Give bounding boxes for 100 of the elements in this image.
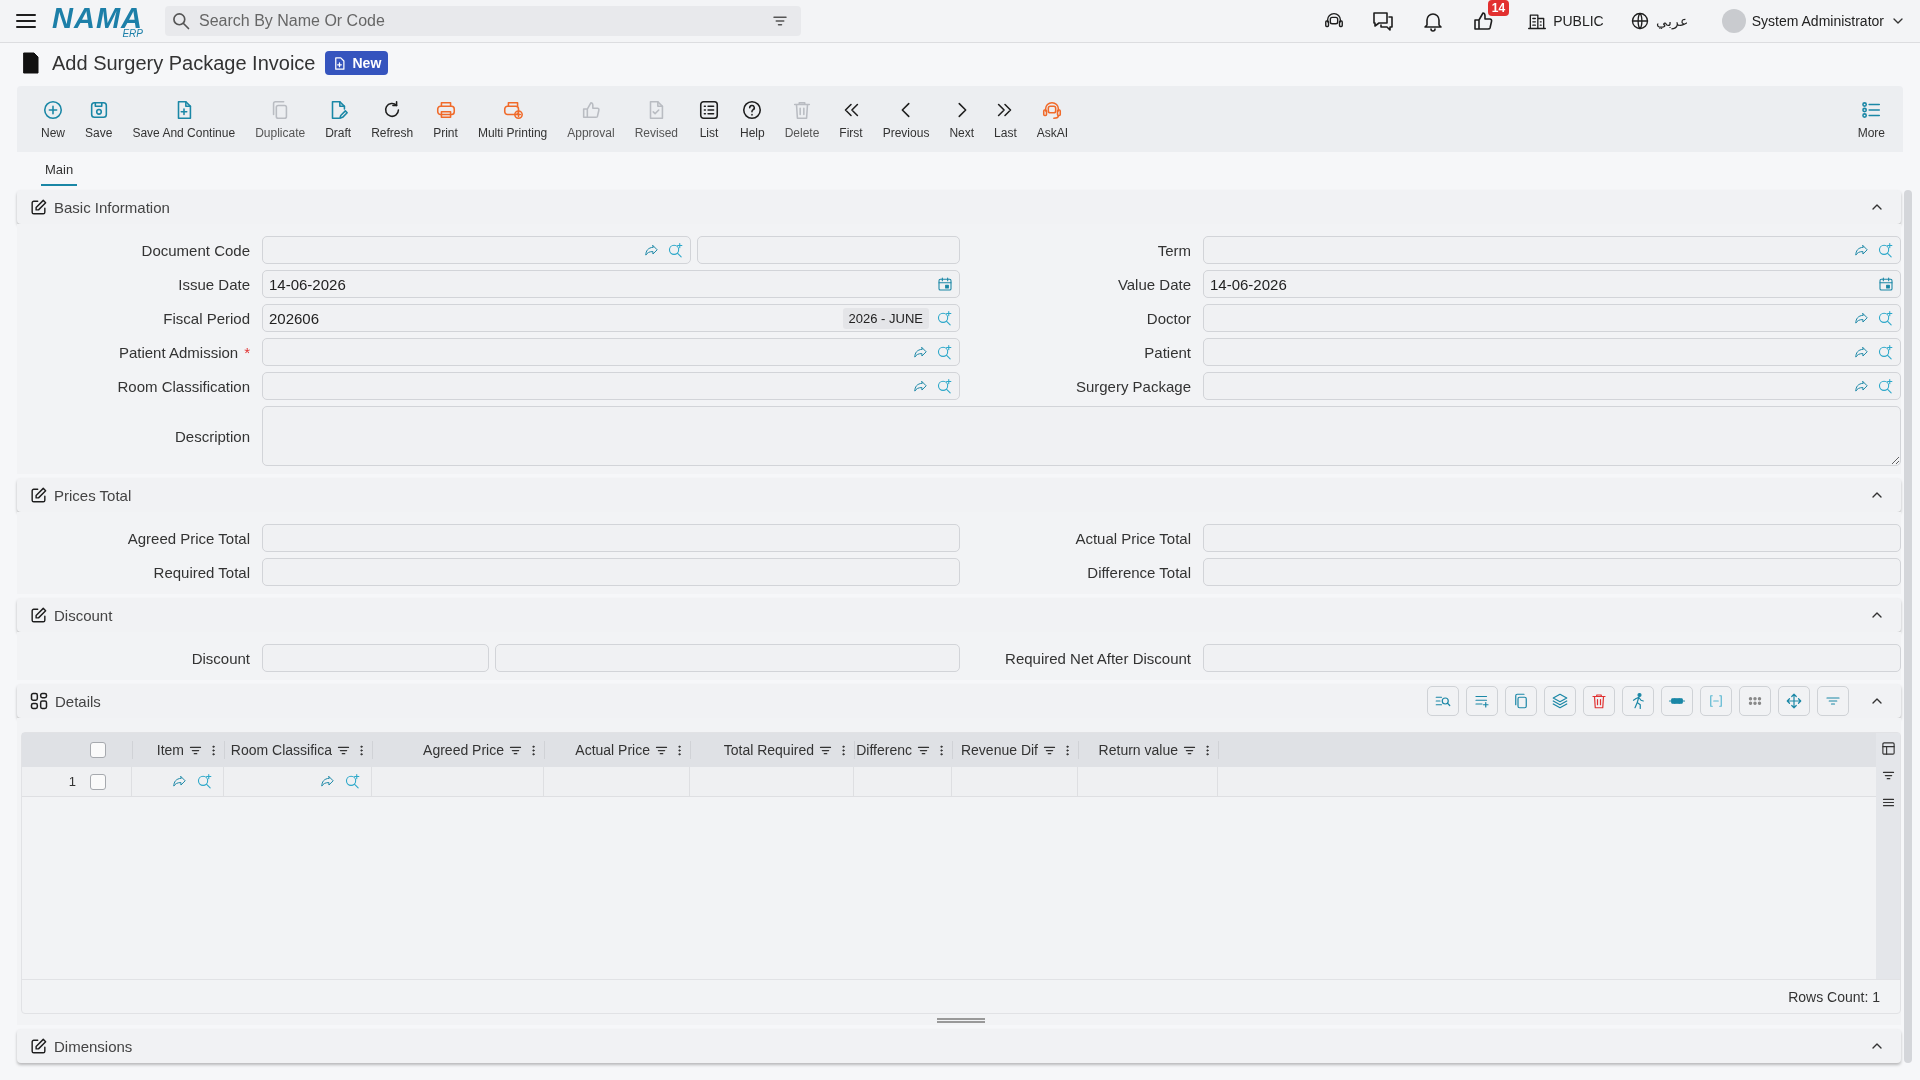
field-label: Discount xyxy=(191,649,250,667)
question-mark-circle-icon xyxy=(741,98,764,121)
date-field[interactable]: 14-06-2026 xyxy=(262,270,960,298)
field-label: Patient Admission xyxy=(118,343,239,361)
calendar-icon xyxy=(1878,276,1894,292)
scrollbar[interactable] xyxy=(1904,190,1912,1063)
search-plus-icon xyxy=(1877,377,1894,395)
calendar-icon xyxy=(937,276,953,292)
bar-button[interactable] xyxy=(1661,686,1693,716)
field-label: Document Code xyxy=(141,241,250,259)
lookup-field[interactable] xyxy=(262,338,960,366)
column-header[interactable]: Agreed Price xyxy=(423,742,504,758)
layers-button[interactable] xyxy=(1544,686,1576,716)
list-search-button[interactable] xyxy=(1427,686,1459,716)
copy-button[interactable] xyxy=(1505,686,1537,716)
move-arrows-icon xyxy=(1785,692,1803,710)
search-icon xyxy=(171,11,191,31)
save-button[interactable]: Save xyxy=(75,96,123,142)
trash-button[interactable] xyxy=(1583,686,1615,716)
lookup-field[interactable] xyxy=(262,236,692,264)
search-plus-icon xyxy=(936,309,953,327)
last-button[interactable]: Last xyxy=(984,96,1027,142)
avatar[interactable] xyxy=(1721,9,1746,33)
description-field[interactable] xyxy=(262,406,1901,466)
search-plus-icon xyxy=(936,343,953,361)
next-button[interactable]: Next xyxy=(939,96,985,142)
search-input[interactable]: Search By Name Or Code xyxy=(197,11,765,31)
bracket-button[interactable] xyxy=(1700,686,1732,716)
lookup-field[interactable] xyxy=(1203,338,1901,366)
text-field[interactable] xyxy=(1203,644,1901,672)
text-field[interactable] xyxy=(262,644,489,672)
bracket-icon xyxy=(1707,692,1725,710)
field-label: Required Net After Discount xyxy=(1005,649,1191,667)
required-mark: * xyxy=(244,343,250,361)
select-all-checkbox[interactable] xyxy=(90,742,106,758)
field-label: Difference Total xyxy=(1087,563,1191,581)
page-title: Add Surgery Package Invoice xyxy=(52,51,316,75)
field-label: Actual Price Total xyxy=(1075,529,1191,547)
previous-button[interactable]: Previous xyxy=(872,96,940,142)
askai-button[interactable]: AskAI xyxy=(1026,96,1079,142)
column-header[interactable]: Actual Price xyxy=(575,742,650,758)
refresh-button[interactable]: Refresh xyxy=(361,96,424,142)
text-field[interactable] xyxy=(1203,524,1901,552)
running-figure-button[interactable] xyxy=(1622,686,1654,716)
list-button[interactable]: List xyxy=(688,96,730,142)
draft-button[interactable]: Draft xyxy=(315,96,362,142)
more-button[interactable]: More xyxy=(1847,96,1895,142)
plus-circle-icon xyxy=(42,98,64,121)
column-header[interactable]: Revenue Dif xyxy=(960,742,1038,758)
date-field[interactable]: 14-06-2026 xyxy=(1203,270,1901,298)
text-field[interactable] xyxy=(494,644,960,672)
list-plus-button[interactable] xyxy=(1466,686,1498,716)
text-field[interactable] xyxy=(1203,558,1901,586)
filter-button[interactable] xyxy=(1817,686,1849,716)
list-icon xyxy=(698,98,720,121)
lookup-field[interactable] xyxy=(1203,304,1901,332)
chat-bubbles-icon xyxy=(1371,9,1396,33)
column-header[interactable]: Return value xyxy=(1098,742,1178,758)
column-header[interactable]: Room Classifica xyxy=(230,742,332,758)
column-header[interactable]: Total Required xyxy=(723,742,814,758)
period-tag: 2026 - JUNE xyxy=(842,307,929,329)
field-label: Required Total xyxy=(153,563,250,581)
search-plus-icon xyxy=(1877,309,1894,327)
section-title: Details xyxy=(55,692,101,710)
text-field[interactable] xyxy=(697,236,960,264)
trash-icon xyxy=(1590,692,1608,710)
text-field[interactable] xyxy=(262,558,960,586)
first-button[interactable]: First xyxy=(829,96,873,142)
resize-handle[interactable] xyxy=(937,1018,985,1023)
dots-grid-button[interactable] xyxy=(1739,686,1771,716)
column-header[interactable]: Item xyxy=(156,742,184,758)
print-button[interactable]: Print xyxy=(423,96,468,142)
language-button[interactable]: عربي xyxy=(1655,13,1688,29)
lookup-field[interactable] xyxy=(1203,236,1901,264)
search-plus-icon xyxy=(196,773,213,790)
lookup-field[interactable] xyxy=(262,372,960,400)
tab[interactable]: Main xyxy=(41,156,78,186)
lookup-field[interactable] xyxy=(1203,372,1901,400)
search-bar[interactable]: Search By Name Or Code xyxy=(165,6,801,36)
search-plus-icon xyxy=(1877,241,1894,259)
move-arrows-button[interactable] xyxy=(1778,686,1810,716)
column-header[interactable]: Differenc xyxy=(856,742,912,758)
field-label: Doctor xyxy=(1146,309,1191,327)
field-label: Value Date xyxy=(1117,275,1191,293)
new-button[interactable]: New xyxy=(31,96,75,142)
search-plus-icon xyxy=(344,773,361,790)
notification-badge: 14 xyxy=(1487,0,1510,16)
row-checkbox[interactable] xyxy=(90,773,106,790)
save-continue-button[interactable]: Save And Continue xyxy=(122,96,246,142)
field-label: Room Classification xyxy=(117,377,250,395)
multi-print-button[interactable]: Multi Printing xyxy=(467,96,558,142)
rows-count: Rows Count: 1 xyxy=(1788,988,1880,1005)
period-field[interactable]: 202606 2026 - JUNE xyxy=(262,304,960,332)
edit-square-icon xyxy=(29,485,48,505)
search-plus-icon xyxy=(936,377,953,395)
text-field[interactable] xyxy=(262,524,960,552)
company-name[interactable]: PUBLIC xyxy=(1553,13,1604,29)
user-name[interactable]: System Administrator xyxy=(1751,13,1884,29)
help-button[interactable]: Help xyxy=(730,96,775,142)
layers-icon xyxy=(1551,692,1569,710)
